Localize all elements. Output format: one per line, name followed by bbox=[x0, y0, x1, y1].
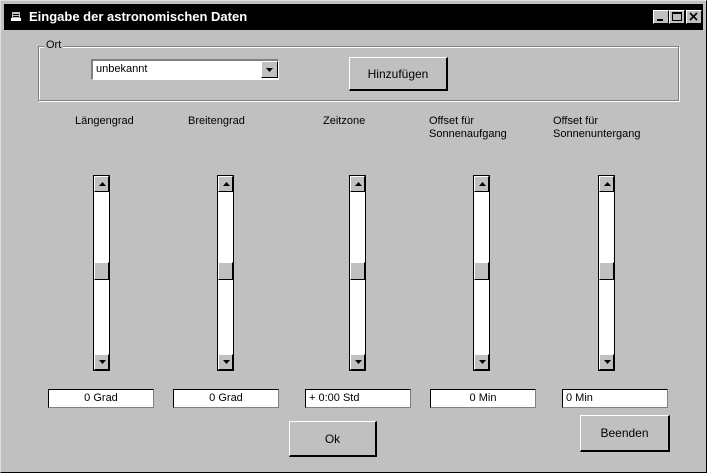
scrollbar-offset-sonnenaufgang[interactable] bbox=[473, 175, 490, 371]
arrow-down-icon bbox=[355, 360, 362, 364]
arrow-up-icon bbox=[355, 182, 362, 186]
scroll-down-button[interactable] bbox=[218, 354, 233, 370]
scroll-thumb[interactable] bbox=[218, 262, 233, 280]
arrow-down-icon bbox=[223, 360, 230, 364]
scroll-up-button[interactable] bbox=[94, 176, 109, 192]
scroll-up-button[interactable] bbox=[474, 176, 489, 192]
column-label-offset-sonnenuntergang: Offset für Sonnenuntergang bbox=[553, 115, 641, 140]
arrow-up-icon bbox=[99, 182, 106, 186]
minimize-button[interactable] bbox=[653, 10, 669, 24]
value-field-offset-sonnenuntergang: 0 Min bbox=[562, 389, 668, 408]
arrow-down-icon bbox=[99, 360, 106, 364]
minimize-icon bbox=[657, 19, 663, 21]
ok-button[interactable]: Ok bbox=[289, 421, 377, 457]
title-bar[interactable]: Eingabe der astronomischen Daten bbox=[4, 4, 703, 30]
scroll-down-button[interactable] bbox=[350, 354, 365, 370]
maximize-icon bbox=[672, 12, 682, 21]
arrow-down-icon bbox=[604, 360, 611, 364]
arrow-up-icon bbox=[223, 182, 230, 186]
arrow-up-icon bbox=[604, 182, 611, 186]
chevron-down-icon bbox=[266, 68, 273, 72]
column-label-breitengrad: Breitengrad bbox=[188, 115, 245, 127]
close-button[interactable] bbox=[686, 10, 702, 24]
scroll-thumb[interactable] bbox=[350, 262, 365, 280]
arrow-down-icon bbox=[479, 360, 486, 364]
scrollbar-zeitzone[interactable] bbox=[349, 175, 366, 371]
value-field-zeitzone: + 0:00 Std bbox=[305, 389, 411, 408]
arrow-up-icon bbox=[479, 182, 486, 186]
scroll-thumb[interactable] bbox=[94, 262, 109, 280]
scroll-up-button[interactable] bbox=[350, 176, 365, 192]
dialog-window: Eingabe der astronomischen Daten Ort unb… bbox=[0, 0, 707, 473]
scrollbar-laengengrad[interactable] bbox=[93, 175, 110, 371]
column-label-laengengrad: Längengrad bbox=[75, 115, 134, 127]
app-icon bbox=[11, 12, 21, 21]
ort-group-label: Ort bbox=[44, 39, 64, 51]
scrollbar-breitengrad[interactable] bbox=[217, 175, 234, 371]
scroll-thumb[interactable] bbox=[599, 262, 614, 280]
window-title: Eingabe der astronomischen Daten bbox=[29, 9, 248, 24]
column-label-zeitzone: Zeitzone bbox=[323, 115, 366, 127]
value-field-offset-sonnenaufgang: 0 Min bbox=[430, 389, 536, 408]
scroll-down-button[interactable] bbox=[94, 354, 109, 370]
maximize-button[interactable] bbox=[669, 10, 685, 24]
add-button[interactable]: Hinzufügen bbox=[349, 57, 448, 91]
value-field-breitengrad: 0 Grad bbox=[173, 389, 279, 408]
column-label-offset-sonnenaufgang: Offset für Sonnenaufgang bbox=[429, 115, 507, 140]
value-field-laengengrad: 0 Grad bbox=[48, 389, 154, 408]
scroll-up-button[interactable] bbox=[218, 176, 233, 192]
ort-dropdown-button[interactable] bbox=[261, 61, 278, 78]
scroll-up-button[interactable] bbox=[599, 176, 614, 192]
scroll-down-button[interactable] bbox=[474, 354, 489, 370]
scroll-down-button[interactable] bbox=[599, 354, 614, 370]
ort-combobox[interactable]: unbekannt bbox=[91, 59, 279, 80]
close-dialog-button[interactable]: Beenden bbox=[580, 415, 670, 452]
scrollbar-offset-sonnenuntergang[interactable] bbox=[598, 175, 615, 371]
scroll-thumb[interactable] bbox=[474, 262, 489, 280]
close-icon bbox=[689, 12, 698, 21]
ort-combobox-value: unbekannt bbox=[96, 63, 148, 75]
